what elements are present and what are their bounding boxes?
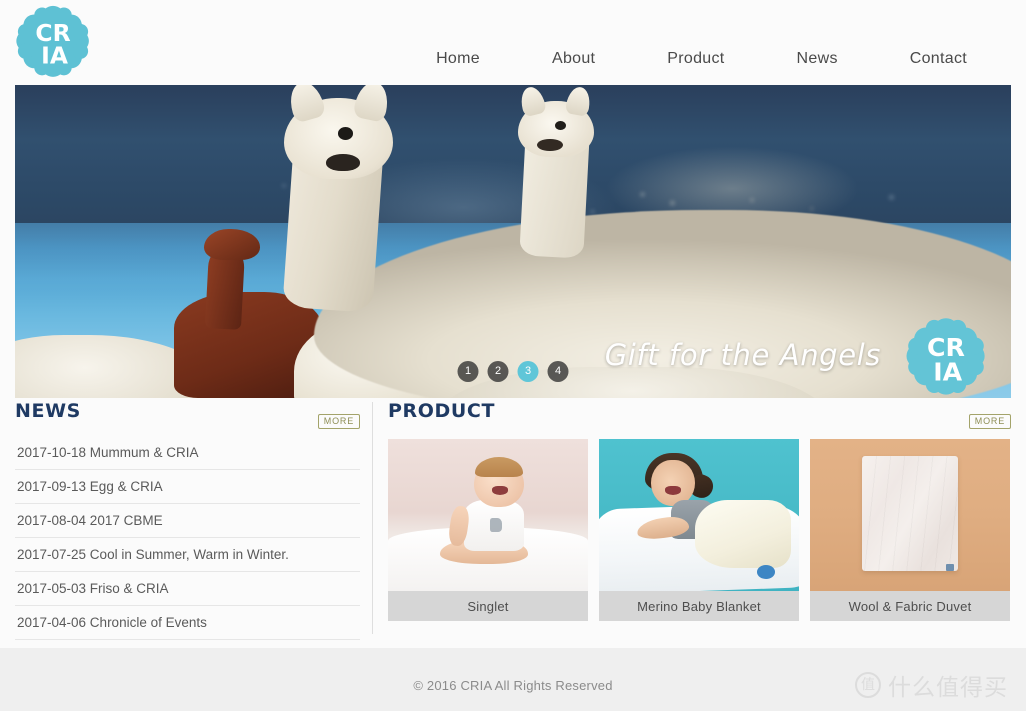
nav-item-home[interactable]: Home xyxy=(436,50,480,68)
news-list-item[interactable]: 2017-09-13 Egg & CRIA xyxy=(15,470,360,504)
photo-wool-throw xyxy=(695,499,791,569)
main-navigation: Home About Product News Contact xyxy=(436,50,1026,68)
news-list-item[interactable]: 2017-07-25 Cool in Summer, Warm in Winte… xyxy=(15,538,360,572)
product-image-wool-fabric-duvet xyxy=(810,439,1010,591)
hero-logo-text-bottom: IA xyxy=(933,357,962,386)
product-card-singlet[interactable]: Singlet xyxy=(388,439,588,621)
product-more-button[interactable]: MORE xyxy=(968,414,1011,429)
news-list-item[interactable]: 2017-04-06 Chronicle of Events xyxy=(15,606,360,640)
product-section: PRODUCT MORE Singlet Merino Baby Blanket… xyxy=(388,400,1011,621)
site-header: CR IA Home About Product News Contact xyxy=(0,0,1026,85)
news-header: NEWS MORE xyxy=(15,400,360,430)
hero-tagline: Gift for the Angels xyxy=(604,338,881,372)
news-list: 2017-10-18 Mummum & CRIA 2017-09-13 Egg … xyxy=(15,436,360,640)
watermark-text: 什么值得买 xyxy=(888,675,1008,701)
hero-alpaca-second-nose xyxy=(536,138,563,152)
hero-sky-background xyxy=(15,85,1011,229)
hero-dot-1[interactable]: 1 xyxy=(457,361,479,382)
news-section: NEWS MORE 2017-10-18 Mummum & CRIA 2017-… xyxy=(15,400,360,640)
product-title: PRODUCT xyxy=(388,400,496,422)
product-card-merino-baby-blanket[interactable]: Merino Baby Blanket xyxy=(599,439,799,621)
product-grid: Singlet Merino Baby Blanket Wool & Fabri… xyxy=(388,439,1011,621)
site-logo[interactable]: CR IA xyxy=(14,2,92,80)
hero-alpaca-main-eye xyxy=(337,127,353,140)
product-image-merino-baby-blanket xyxy=(599,439,799,591)
watermark-badge-icon: 值 xyxy=(855,672,881,698)
nav-item-news[interactable]: News xyxy=(797,50,838,68)
news-title: NEWS xyxy=(15,400,81,422)
product-image-singlet xyxy=(388,439,588,591)
product-caption: Wool & Fabric Duvet xyxy=(810,591,1010,621)
product-caption: Merino Baby Blanket xyxy=(599,591,799,621)
product-caption: Singlet xyxy=(388,591,588,621)
photo-brand-tag xyxy=(946,563,954,572)
hero-dot-4[interactable]: 4 xyxy=(547,361,569,382)
cloud-logo-icon: CR IA xyxy=(906,318,985,395)
lower-section: NEWS MORE 2017-10-18 Mummum & CRIA 2017-… xyxy=(15,400,1011,640)
cloud-logo-icon: CR IA xyxy=(16,5,89,77)
photo-baby-hair xyxy=(475,457,523,477)
hero-logo-badge: CR IA xyxy=(904,314,988,398)
hero-alpaca-main-nose xyxy=(325,153,360,172)
logo-text-bottom: IA xyxy=(41,42,68,70)
news-list-item[interactable]: 2017-10-18 Mummum & CRIA xyxy=(15,436,360,470)
hero-dot-2[interactable]: 2 xyxy=(487,361,509,382)
photo-brand-tag xyxy=(757,565,775,579)
product-header: PRODUCT MORE xyxy=(388,400,1011,430)
photo-duvet xyxy=(862,455,958,572)
news-list-item[interactable]: 2017-05-03 Friso & CRIA xyxy=(15,572,360,606)
nav-item-about[interactable]: About xyxy=(552,50,595,68)
column-divider xyxy=(372,402,373,634)
watermark: 值 什么值得买 xyxy=(855,668,1008,702)
hero-alpaca-brown-head xyxy=(204,228,260,261)
nav-item-product[interactable]: Product xyxy=(667,50,724,68)
nav-item-contact[interactable]: Contact xyxy=(910,50,967,68)
news-more-button[interactable]: MORE xyxy=(317,414,360,429)
hero-slider[interactable]: Gift for the Angels CR IA 1 2 3 4 xyxy=(15,85,1011,398)
photo-garment-logo xyxy=(490,518,502,532)
hero-dot-3[interactable]: 3 xyxy=(517,361,539,382)
news-list-item[interactable]: 2017-08-04 2017 CBME xyxy=(15,504,360,538)
page-root: CR IA Home About Product News Contact Gi… xyxy=(0,0,1026,711)
product-card-wool-fabric-duvet[interactable]: Wool & Fabric Duvet xyxy=(810,439,1010,621)
hero-pagination: 1 2 3 4 xyxy=(457,361,569,382)
